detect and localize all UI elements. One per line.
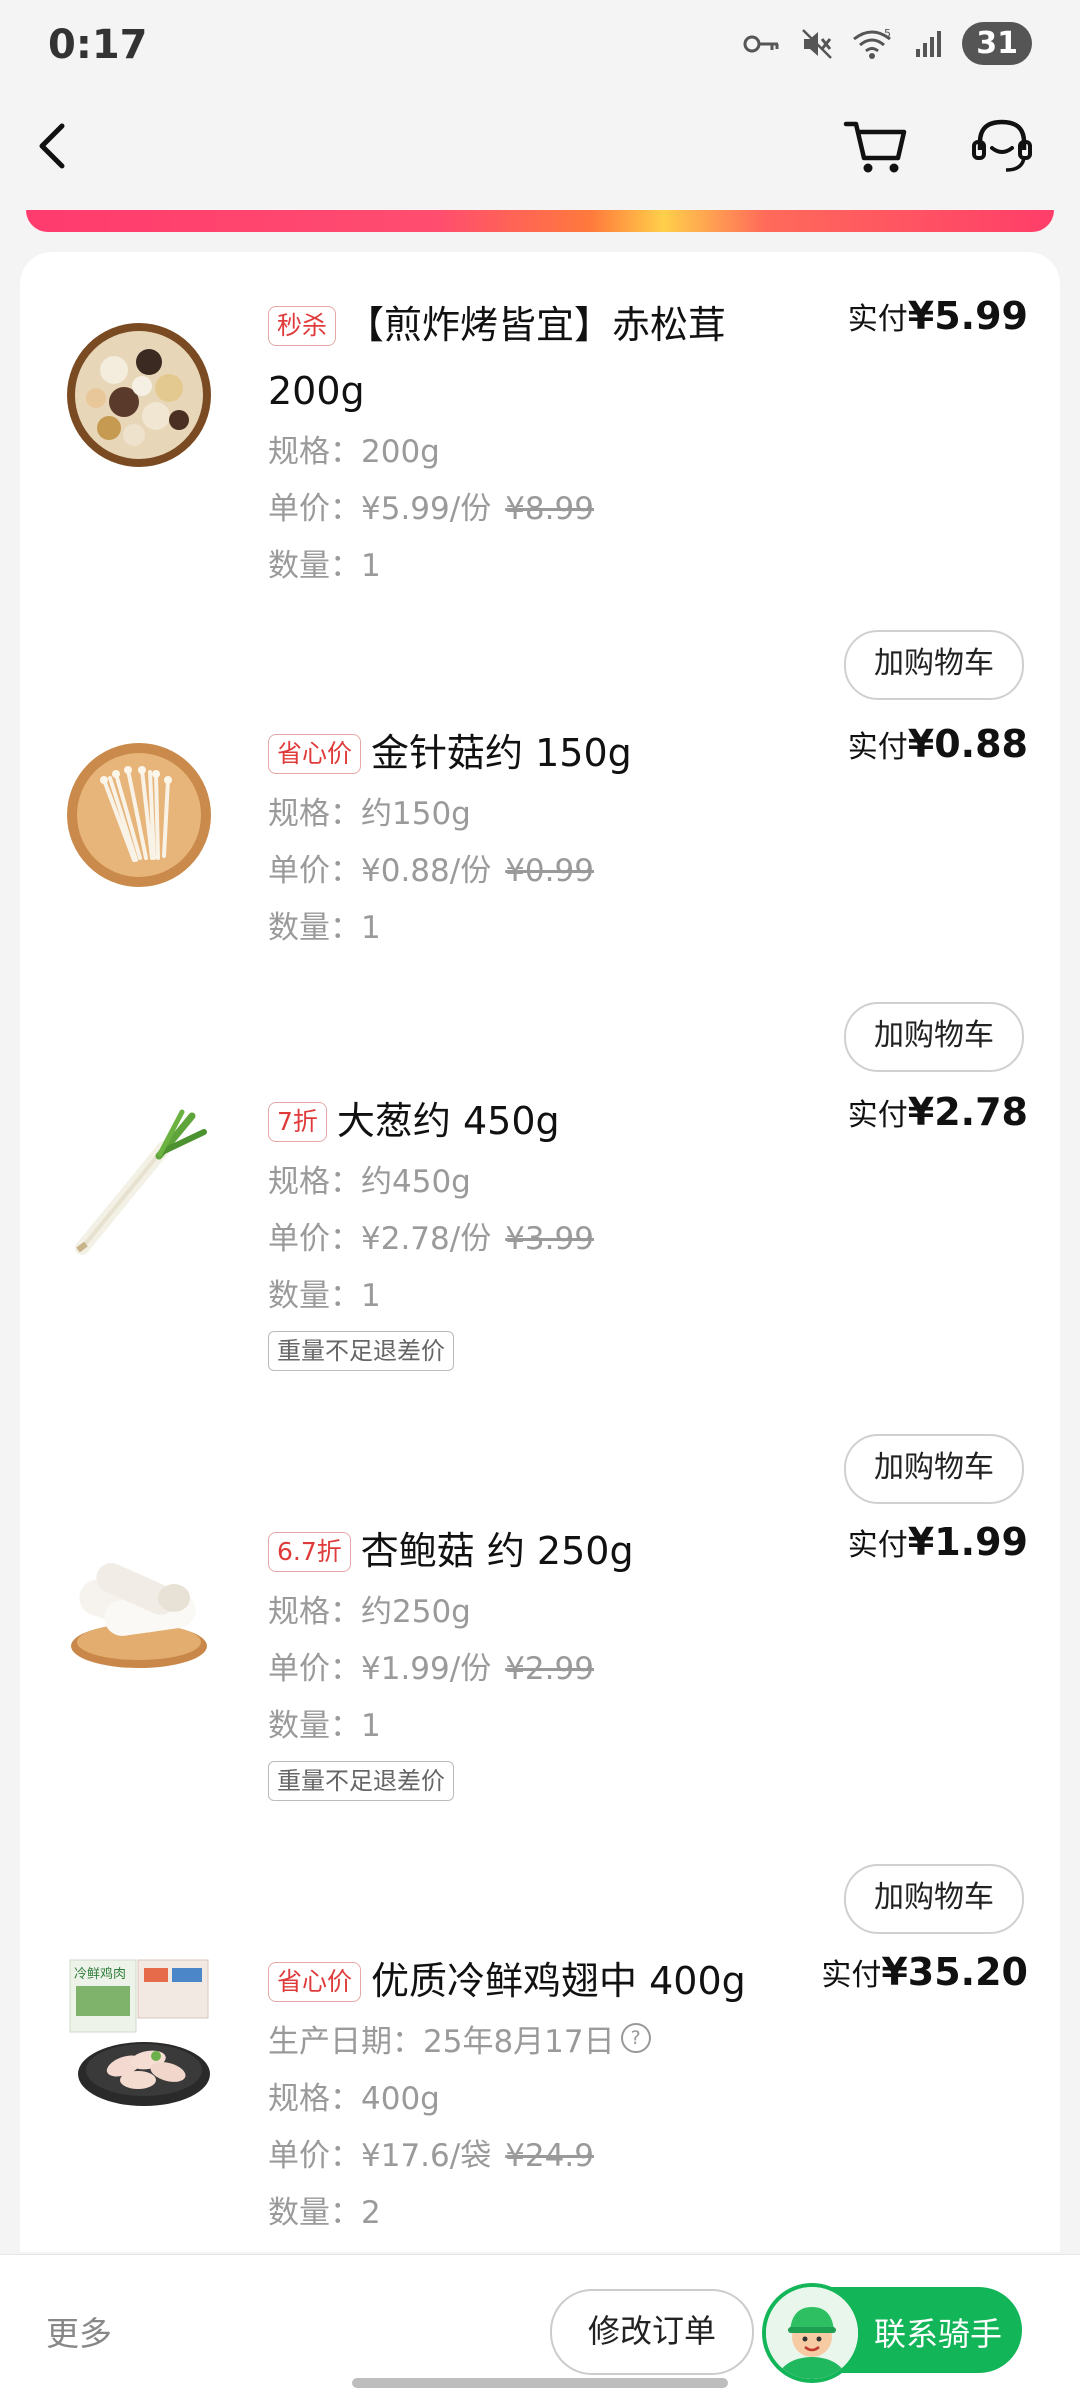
item-title-line[interactable]: 秒杀 【煎炸烤皆宜】赤松茸 200g [268,292,828,424]
product-image[interactable] [64,740,214,890]
promo-tag: 省心价 [268,1962,362,2002]
item-paid: 实付¥1.99 [848,1520,1028,1564]
item-body: 省心价 优质冷鲜鸡翅中 400g 生产日期：25年8月17日? 规格：400g 单… [268,1948,828,2242]
item-title-line[interactable]: 6.7折 杏鲍菇 约 250g [268,1518,828,1584]
more-link[interactable]: 更多 [46,2307,112,2355]
help-icon[interactable]: ? [620,2023,651,2053]
wifi-5g-icon: 5 [853,27,891,59]
item-original-price: ¥3.99 [505,1221,594,1257]
home-indicator[interactable] [352,2378,728,2388]
cart-button[interactable] [842,114,910,178]
item-production-date: 生产日期：25年8月17日 [268,2024,615,2060]
item-unit-price: 单价：¥2.78/份 [268,1221,492,1257]
promo-banner-strip[interactable] [26,210,1054,232]
item-paid: 实付¥5.99 [848,294,1028,338]
paid-label: 实付 [847,730,908,765]
refund-note-tag: 重量不足退差价 [268,1331,454,1371]
mute-icon [802,28,833,59]
signal-icon [916,30,942,57]
item-unit-price-row: 单价：¥5.99/份 ¥8.99 [268,481,828,538]
add-to-cart-button[interactable]: 加购物车 [844,1002,1024,1072]
back-button[interactable] [26,116,86,176]
refund-note-tag: 重量不足退差价 [268,1761,454,1801]
battery-badge: 31 [962,22,1032,65]
item-title: 大葱约 450g [336,1099,560,1143]
status-time: 0:17 [48,22,148,68]
paid-amount: ¥1.99 [907,1520,1028,1564]
paid-amount: ¥5.99 [907,294,1028,338]
add-to-cart-button[interactable]: 加购物车 [844,1434,1024,1504]
item-title-line[interactable]: 省心价 金针菇约 150g [268,720,828,786]
item-spec: 规格：约250g [268,1594,471,1630]
item-spec: 规格：200g [268,434,440,470]
item-original-price: ¥0.99 [505,853,594,889]
item-paid: 实付¥0.88 [848,722,1028,766]
customer-service-button[interactable] [968,114,1036,178]
chevron-left-icon [39,123,65,169]
cart-icon [843,121,907,173]
key-icon [743,35,779,52]
paid-label: 实付 [821,1958,882,1993]
item-quantity: 数量：1 [268,1708,381,1744]
item-paid: 实付¥2.78 [848,1090,1028,1134]
item-title: 优质冷鲜鸡翅中 400g [371,1959,746,2003]
paid-amount: ¥2.78 [907,1090,1028,1134]
item-unit-price: 单价：¥0.88/份 [268,853,492,889]
rider-avatar [762,2283,862,2383]
promo-tag: 7折 [268,1102,327,1142]
item-original-price: ¥8.99 [505,491,594,527]
item-body: 7折 大葱约 450g 规格：约450g 单价：¥2.78/份 ¥3.99 数量：1… [268,1088,828,1371]
item-unit-price-row: 单价：¥2.78/份 ¥3.99 [268,1211,828,1268]
item-production-date-row: 生产日期：25年8月17日? [268,2014,828,2071]
item-paid: 实付¥35.20 [821,1950,1028,1994]
promo-tag: 6.7折 [268,1532,351,1572]
product-image[interactable] [64,320,214,470]
item-body: 省心价 金针菇约 150g 规格：约150g 单价：¥0.88/份 ¥0.99 数量… [268,720,828,957]
add-to-cart-button[interactable]: 加购物车 [844,1864,1024,1934]
item-original-price: ¥2.99 [505,1651,594,1687]
item-unit-price: 单价：¥17.6/袋 [268,2138,492,2174]
item-quantity: 数量：1 [268,910,381,946]
status-icons: 5 31 [742,22,1032,65]
paid-label: 实付 [847,302,908,337]
item-title: 金针菇约 150g [371,731,632,775]
item-unit-price-row: 单价：¥17.6/袋 ¥24.9 [268,2128,828,2185]
item-title-line[interactable]: 7折 大葱约 450g [268,1088,828,1154]
modify-order-button[interactable]: 修改订单 [550,2289,754,2375]
item-spec: 规格：400g [268,2081,440,2117]
item-body: 秒杀 【煎炸烤皆宜】赤松茸 200g 规格：200g 单价：¥5.99/份 ¥8.9… [268,292,828,595]
item-quantity: 数量：2 [268,2195,381,2231]
product-image[interactable] [64,1108,214,1258]
status-bar: 0:17 5 31 [0,0,1080,96]
paid-label: 实付 [847,1528,908,1563]
product-image[interactable]: 冷鲜鸡肉 [64,1956,214,2106]
item-original-price: ¥24.9 [505,2138,594,2174]
item-unit-price-row: 单价：¥0.88/份 ¥0.99 [268,843,828,900]
item-title-line[interactable]: 省心价 优质冷鲜鸡翅中 400g [268,1948,828,2014]
item-unit-price: 单价：¥1.99/份 [268,1651,492,1687]
package-text: 冷鲜鸡肉 [74,1966,126,1982]
paid-amount: ¥0.88 [907,722,1028,766]
promo-tag: 秒杀 [268,306,337,346]
paid-amount: ¥35.20 [881,1950,1028,1994]
item-spec: 规格：约150g [268,796,471,832]
contact-rider-label: 联系骑手 [874,2315,1003,2353]
item-title: 【煎炸烤皆宜】赤松茸 200g [268,303,727,413]
add-to-cart-button[interactable]: 加购物车 [844,630,1024,700]
item-quantity: 数量：1 [268,548,381,584]
item-title: 杏鲍菇 约 250g [360,1529,634,1573]
nav-bar [0,96,1080,196]
contact-rider-button[interactable]: 联系骑手 [762,2283,1022,2383]
headset-icon [972,119,1032,172]
order-items-card: 秒杀 【煎炸烤皆宜】赤松茸 200g 规格：200g 单价：¥5.99/份 ¥8.9… [20,252,1060,2252]
item-unit-price: 单价：¥5.99/份 [268,491,492,527]
svg-text:5: 5 [884,27,891,40]
item-body: 6.7折 杏鲍菇 约 250g 规格：约250g 单价：¥1.99/份 ¥2.99 … [268,1518,828,1801]
item-unit-price-row: 单价：¥1.99/份 ¥2.99 [268,1641,828,1698]
promo-tag: 省心价 [268,734,362,774]
item-spec: 规格：约450g [268,1164,471,1200]
item-quantity: 数量：1 [268,1278,381,1314]
paid-label: 实付 [847,1098,908,1133]
product-image[interactable] [64,1538,214,1688]
